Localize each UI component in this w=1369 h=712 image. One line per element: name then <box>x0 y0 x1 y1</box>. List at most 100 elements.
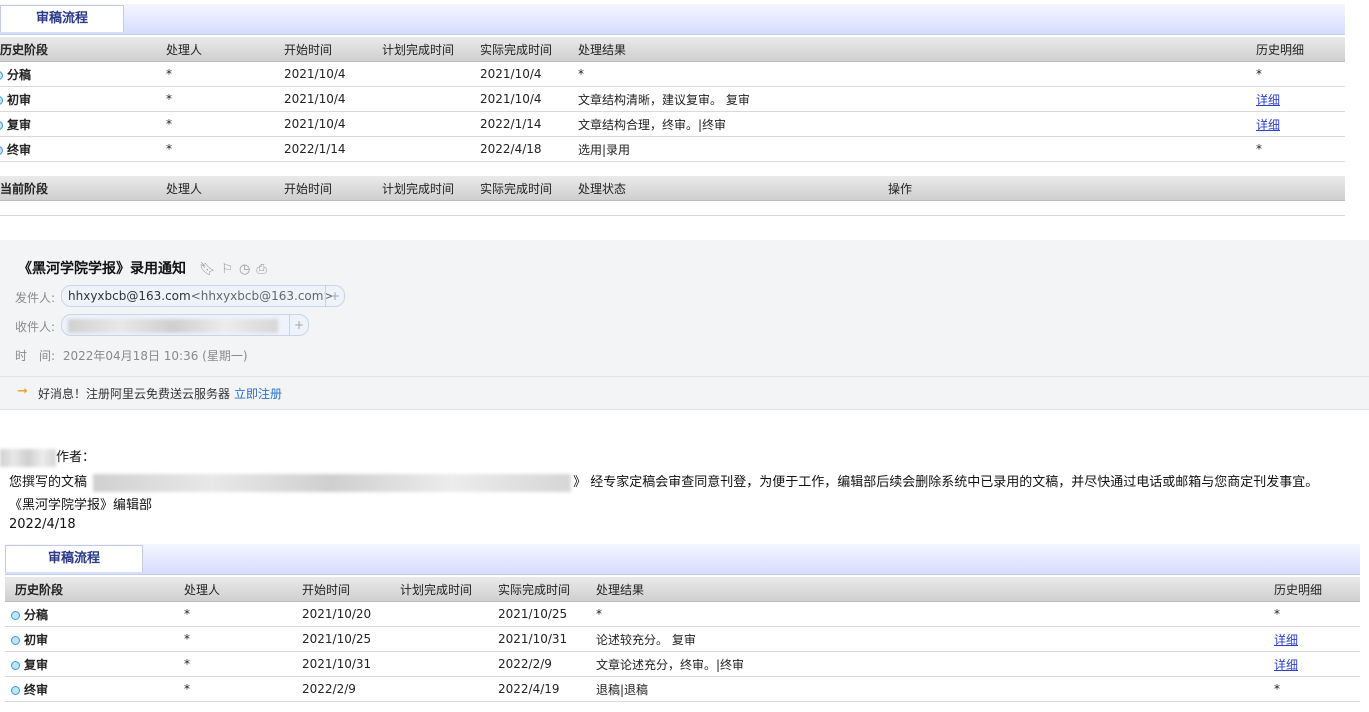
stage-bullet-icon <box>0 95 3 105</box>
stage-bullet-icon <box>11 635 20 645</box>
promo-text: 好消息！注册阿里云免费送云服务器 <box>38 387 231 401</box>
column-header: 处理人 <box>166 176 284 201</box>
column-header: 历史明细 <box>1256 37 1345 62</box>
table-row: 分稿 * 2021/10/4 2021/10/4 * * <box>0 61 1345 87</box>
actual-cell: 2021/10/4 <box>480 86 578 112</box>
start-cell: 2021/10/20 <box>302 601 400 627</box>
detail-link[interactable]: 详细 <box>1256 118 1280 132</box>
bottom-tab-bar <box>5 544 1360 575</box>
result-cell: * <box>596 601 1274 627</box>
table-row: 初审 * 2021/10/4 2021/10/4 文章结构清晰，建议复审。 复审 详细 <box>0 86 1345 112</box>
letter-signature: 《黑河学院学报》编辑部 <box>9 498 153 513</box>
start-cell: 2021/10/4 <box>284 86 382 112</box>
start-cell: 2021/10/31 <box>302 651 400 677</box>
detail-link[interactable]: 详细 <box>1274 658 1298 672</box>
detail-link[interactable]: 详细 <box>1274 633 1298 647</box>
recipient-label: 收件人: <box>15 320 56 334</box>
detail-cell: * <box>1274 676 1360 702</box>
table-row: 初审 * 2021/10/25 2021/10/31 论述较充分。 复审 详细 <box>5 626 1360 652</box>
detail-cell: * <box>1274 601 1360 627</box>
table-row <box>0 200 1345 216</box>
stage-bullet-icon <box>0 120 3 130</box>
add-contact-icon[interactable]: + <box>289 315 308 335</box>
plan-cell <box>400 676 498 702</box>
stage-cell: 复审 <box>0 111 166 137</box>
result-cell: 文章论述充分，终审。|终审 <box>596 651 1274 677</box>
column-header: 操作 <box>888 176 1345 201</box>
plan-cell <box>400 626 498 652</box>
table-row: 终审 * 2022/1/14 2022/4/18 选用|录用 * <box>0 136 1345 162</box>
stage-cell: 分稿 <box>5 601 184 627</box>
top-current-table: 当前阶段 处理人 开始时间 计划完成时间 实际完成时间 处理状态 操作 <box>0 176 1345 216</box>
arrow-icon: ➞ <box>17 384 28 399</box>
column-header: 计划完成时间 <box>382 37 480 62</box>
column-header: 处理人 <box>184 577 302 602</box>
table-header-row: 当前阶段 处理人 开始时间 计划完成时间 实际完成时间 处理状态 操作 <box>0 176 1345 201</box>
bookmark-icon[interactable]: 🔖︎ <box>199 262 216 277</box>
clock-icon[interactable]: ◷ <box>239 262 250 277</box>
column-header: 实际完成时间 <box>480 176 578 201</box>
column-header: 开始时间 <box>284 176 382 201</box>
result-cell: 文章结构清晰，建议复审。 复审 <box>578 86 1256 112</box>
table-row: 分稿 * 2021/10/20 2021/10/25 * * <box>5 601 1360 627</box>
stage-cell: 初审 <box>5 626 184 652</box>
start-cell: 2021/10/25 <box>302 626 400 652</box>
redacted-title <box>93 473 572 492</box>
start-cell: 2021/10/4 <box>284 61 382 87</box>
result-cell: 文章结构合理，终审。|终审 <box>578 111 1256 137</box>
detail-cell: 详细 <box>1274 651 1360 677</box>
stage-cell: 终审 <box>0 136 166 162</box>
result-cell: * <box>578 61 1256 87</box>
mail-header: 《黑河学院学报》录用通知 🔖︎ ⚐ ◷ ⎙ 发件人: hhxyxbcb@163.com… <box>0 240 1369 410</box>
handler-cell: * <box>184 601 302 627</box>
column-header: 处理人 <box>166 37 284 62</box>
stage-bullet-icon <box>0 70 3 80</box>
actual-cell: 2021/10/25 <box>498 601 596 627</box>
mail-subject-text: 《黑河学院学报》录用通知 <box>18 261 186 277</box>
detail-cell: * <box>1256 61 1345 87</box>
sender-label: 发件人: <box>15 291 56 305</box>
table-header-row: 历史阶段 处理人 开始时间 计划完成时间 实际完成时间 处理结果 历史明细 <box>5 577 1360 602</box>
actual-cell: 2022/4/19 <box>498 676 596 702</box>
handler-cell: * <box>184 651 302 677</box>
sender-address: <hhxyxbcb@163.com> <box>190 289 334 303</box>
table-row: 复审 * 2021/10/31 2022/2/9 文章论述充分，终审。|终审 详细 <box>5 651 1360 677</box>
register-link[interactable]: 立即注册 <box>234 385 282 402</box>
actual-cell: 2021/10/4 <box>480 61 578 87</box>
column-header: 历史阶段 <box>5 577 184 602</box>
promo-bar: ➞ 好消息！注册阿里云免费送云服务器 立即注册 <box>0 376 1369 410</box>
plan-cell <box>400 601 498 627</box>
print-icon[interactable]: ⎙ <box>256 262 266 277</box>
flag-icon[interactable]: ⚐ <box>221 262 233 277</box>
column-header: 历史阶段 <box>0 37 166 62</box>
stage-cell: 复审 <box>5 651 184 677</box>
time-value: 2022年04月18日 10:36 (星期一) <box>62 349 248 363</box>
top-history-table: 历史阶段 处理人 开始时间 计划完成时间 实际完成时间 处理结果 历史明细 分稿 * 2021/… <box>0 37 1345 162</box>
column-header: 处理结果 <box>596 577 1274 602</box>
bottom-tab-review-flow[interactable]: 审稿流程 <box>5 545 143 572</box>
top-tab-review-flow[interactable]: 审稿流程 <box>0 5 124 32</box>
stage-bullet-icon <box>11 660 20 670</box>
stage-cell: 初审 <box>0 86 166 112</box>
sender-chip[interactable]: hhxyxbcb@163.com<hhxyxbcb@163.com> + <box>61 285 345 307</box>
mail-subject: 《黑河学院学报》录用通知 🔖︎ ⚐ ◷ ⎙ <box>18 258 267 278</box>
add-contact-icon[interactable]: + <box>325 286 344 306</box>
column-header: 实际完成时间 <box>480 37 578 62</box>
top-tab-bar <box>0 4 1345 35</box>
plan-cell <box>382 111 480 137</box>
letter-greeting: 作者： <box>0 446 95 467</box>
column-header: 处理结果 <box>578 37 1256 62</box>
letter-date: 2022/4/18 <box>9 517 76 532</box>
table-row: 终审 * 2022/2/9 2022/4/19 退稿|退稿 * <box>5 676 1360 702</box>
detail-link[interactable]: 详细 <box>1256 93 1280 107</box>
detail-cell: 详细 <box>1274 626 1360 652</box>
column-header: 计划完成时间 <box>382 176 480 201</box>
column-header: 处理状态 <box>578 176 888 201</box>
start-cell: 2022/2/9 <box>302 676 400 702</box>
recipient-chip[interactable]: + <box>61 314 309 336</box>
start-cell: 2022/1/14 <box>284 136 382 162</box>
stage-bullet-icon <box>11 610 20 620</box>
detail-cell: 详细 <box>1256 111 1345 137</box>
time-label: 时 间: 2022年04月18日 10:36 (星期一) <box>15 349 248 363</box>
plan-cell <box>400 651 498 677</box>
